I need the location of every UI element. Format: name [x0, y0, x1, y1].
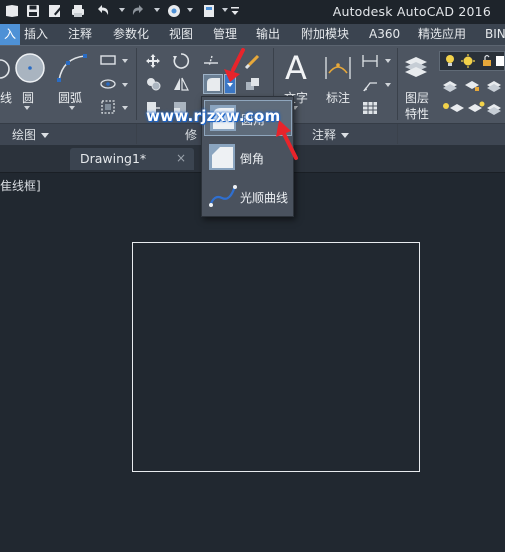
- red-arrow-icon: [224, 48, 245, 82]
- autocad-window: Autodesk AutoCAD 2016 入 插入 注释 参数化 视图 管理 …: [0, 0, 505, 552]
- red-arrow-annotations: [224, 48, 298, 160]
- red-arrow-icon: [276, 120, 298, 160]
